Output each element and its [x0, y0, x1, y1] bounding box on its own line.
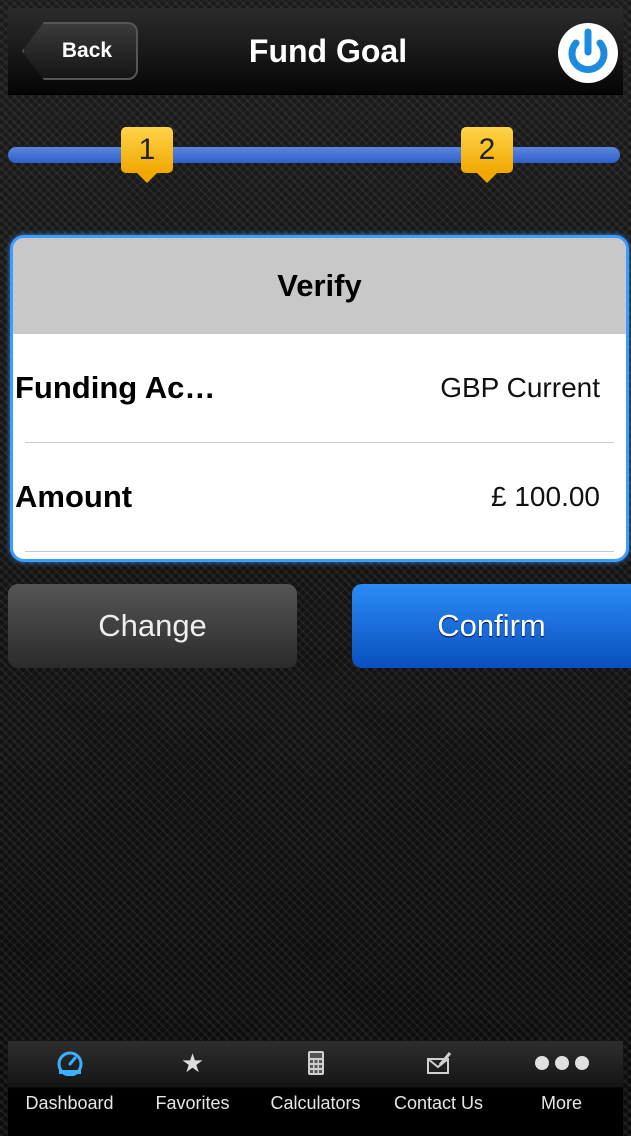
back-button-label: Back [61, 39, 113, 62]
tab-contact-us-label: Contact Us [393, 1093, 484, 1113]
tab-favorites[interactable]: ★ Favorites [131, 1041, 254, 1136]
amount-label: Amount [15, 479, 133, 514]
power-button[interactable] [555, 20, 621, 86]
page-title: Fund Goal [248, 32, 408, 69]
more-icon [533, 1045, 591, 1081]
tab-favorites-label: Favorites [155, 1093, 230, 1113]
step-progress-track [8, 147, 620, 163]
confirm-button-label: Confirm [437, 608, 546, 643]
funding-account-label: Funding Ac… [15, 370, 216, 405]
change-button-label: Change [98, 608, 207, 643]
tab-calculators[interactable]: Calculators [254, 1041, 377, 1136]
navigation-bar: Back Fund Goal [8, 8, 623, 95]
step-marker-1-label: 1 [138, 133, 156, 166]
funding-account-row: Funding Ac… GBP Current [15, 334, 614, 443]
back-button[interactable]: Back [22, 22, 138, 80]
tab-contact-us[interactable]: Contact Us [377, 1041, 500, 1136]
verify-card-title: Verify [13, 238, 626, 334]
step-marker-2: 2 [461, 127, 513, 183]
verify-card: Verify Funding Ac… GBP Current Amount £ … [10, 235, 629, 562]
confirm-button[interactable]: Confirm [352, 584, 631, 668]
power-icon [558, 23, 618, 83]
tab-dashboard-label: Dashboard [25, 1093, 114, 1113]
tab-more[interactable]: More [500, 1041, 623, 1136]
tab-more-label: More [540, 1093, 582, 1113]
star-icon: ★ [180, 1047, 205, 1078]
tab-calculators-label: Calculators [270, 1093, 361, 1113]
tab-dashboard[interactable]: Dashboard [8, 1041, 131, 1136]
funding-account-value: GBP Current [440, 372, 600, 403]
calculator-icon [307, 1045, 325, 1081]
dashboard-icon [56, 1045, 84, 1081]
amount-value: £ 100.00 [491, 481, 600, 512]
step-marker-1: 1 [121, 127, 173, 183]
screen: Back Fund Goal 1 2 Verify Funding Ac… GB… [0, 0, 631, 1136]
contact-icon [426, 1045, 452, 1081]
step-marker-2-label: 2 [478, 133, 496, 166]
change-button[interactable]: Change [8, 584, 297, 668]
tab-bar: Dashboard ★ Favorites Calculators Contac… [8, 1041, 623, 1136]
amount-row: Amount £ 100.00 [15, 443, 614, 552]
